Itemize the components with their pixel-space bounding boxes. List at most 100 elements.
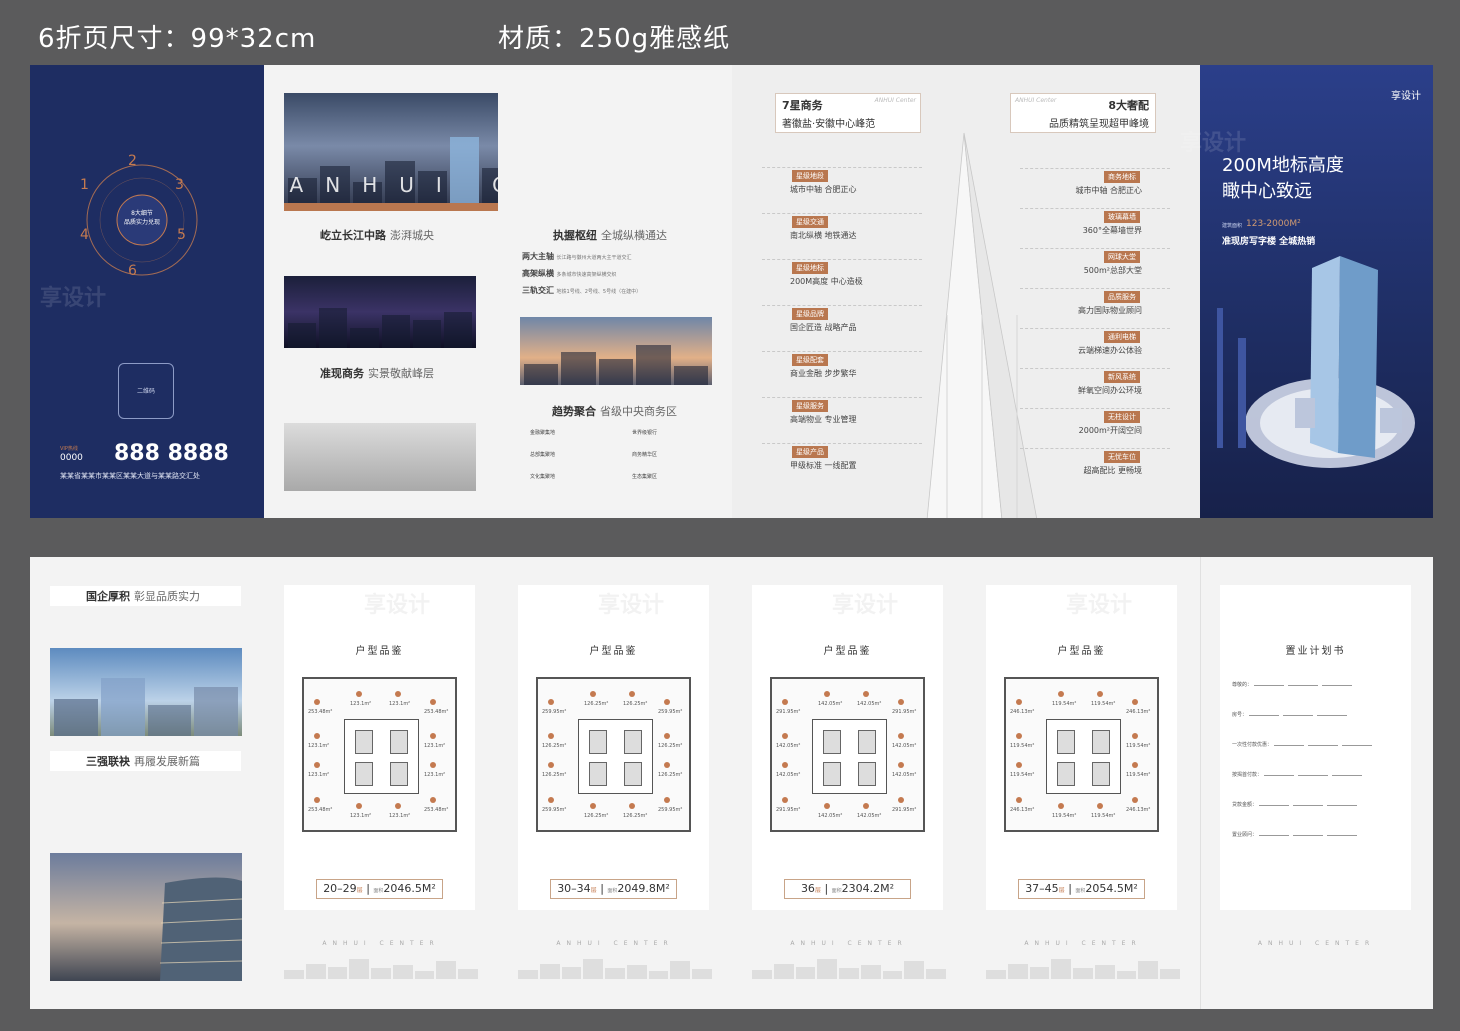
room-area: 142.05m² bbox=[776, 772, 801, 778]
feature-tag: 星级地标 bbox=[792, 262, 828, 274]
footer-text: ANHUI CENTER bbox=[1024, 940, 1142, 947]
feature-tag: 星级品牌 bbox=[792, 308, 828, 320]
room-area: 123.1m² bbox=[389, 813, 411, 819]
room-area: 119.54m² bbox=[1126, 743, 1151, 749]
brochure-outside: 8大细节 品质实力兑现 1 2 3 4 5 6 二维码 VIP热线 0000 8… bbox=[30, 65, 1433, 518]
floor-plan-drawing: 246.13m² 119.54m² 119.54m² 246.13m² 119.54m²… bbox=[1004, 677, 1159, 832]
brochure-inside: 国企厚积 彰显品质实力 三强联袂 再履发展新篇 置业计划书 尊敬的： 房号： 一次性付款… bbox=[30, 557, 1433, 1009]
ring-number: 2 bbox=[128, 153, 137, 169]
vip-label: VIP热线 bbox=[60, 446, 78, 452]
night-photo bbox=[284, 276, 476, 348]
feature-tag: 星级服务 bbox=[792, 400, 828, 412]
traffic-item: 三轨交汇 地铁1号线、2号线、5号线（在建中） bbox=[522, 286, 642, 295]
phone-prefix: 0000 bbox=[60, 453, 83, 463]
skyline-decoration bbox=[986, 957, 1181, 979]
material-label: 材质：250g雅感纸 bbox=[498, 24, 731, 54]
core-area bbox=[578, 719, 653, 794]
seven-star-box: 7星商务 著徽盐·安徽中心峰范 ANHUI Center bbox=[775, 93, 921, 133]
ring-number: 4 bbox=[80, 227, 89, 243]
section-title: 三强联袂 再履发展新篇 bbox=[50, 751, 241, 771]
room-area: 119.54m² bbox=[1052, 701, 1077, 707]
ring-number: 1 bbox=[80, 177, 89, 193]
form-row[interactable]: 置业顾问： bbox=[1232, 831, 1359, 838]
feature-line: 超高配比 更畅境 bbox=[1083, 466, 1142, 475]
feature-tag: 网球大堂 bbox=[1104, 251, 1140, 263]
panel-location: ANHUI CENTER 屹立长江中路 澎湃城央 准现商务 实景敬献峰层 bbox=[264, 65, 710, 518]
form-row[interactable]: 房号： bbox=[1232, 711, 1349, 718]
qr-label: 二维码 bbox=[137, 388, 156, 395]
panel-features: 7星商务 著徽盐·安徽中心峰范 ANHUI Center 8大奢配 品质精筑呈现… bbox=[732, 65, 1200, 518]
room-area: 291.95m² bbox=[892, 709, 917, 715]
room-area: 126.25m² bbox=[658, 743, 683, 749]
panel-floor-plan: 户型品鉴 246.13m² 119.54m² 119.54m² 246.13m² 119.… bbox=[966, 557, 1200, 1009]
core-area bbox=[1046, 719, 1121, 794]
cta-text: 准现房写字楼 全城热销 bbox=[1222, 237, 1316, 247]
room-area: 291.95m² bbox=[892, 807, 917, 813]
core-area bbox=[812, 719, 887, 794]
ring-number: 3 bbox=[175, 177, 184, 193]
watermark: 享设计 bbox=[1066, 593, 1133, 618]
form-row[interactable]: 尊敬的： bbox=[1232, 681, 1354, 688]
room-area: 259.95m² bbox=[658, 807, 683, 813]
feature-line: 商业金融 步步繁华 bbox=[790, 369, 857, 378]
room-area: 123.1m² bbox=[308, 743, 330, 749]
panel-floor-plan: 户型品鉴 259.95m² 126.25m² 126.25m² 259.95m² 126.… bbox=[498, 557, 732, 1009]
left-cover-panel: 8大细节 品质实力兑现 1 2 3 4 5 6 二维码 VIP热线 0000 8… bbox=[30, 65, 264, 518]
form-row[interactable]: 贷款金额： bbox=[1232, 801, 1359, 808]
feature-line: 云端梯速办公体验 bbox=[1078, 346, 1142, 355]
feature-line: 2000m²开阔空间 bbox=[1078, 426, 1142, 435]
eight-luxury-box: 8大奢配 品质精筑呈现超甲峰境 ANHUI Center bbox=[1010, 93, 1156, 133]
panel-floor-plan: 户型品鉴 291.95m² 142.05m² 142.05m² 291.95m² 142.… bbox=[732, 557, 966, 1009]
box-subtitle: 品质精筑呈现超甲峰境 bbox=[1049, 119, 1149, 130]
phone-number: 888 8888 bbox=[114, 441, 229, 466]
box-en: ANHUI Center bbox=[874, 97, 916, 104]
panel-company: 国企厚积 彰显品质实力 三强联袂 再履发展新篇 bbox=[30, 557, 264, 1009]
section-title: 国企厚积 彰显品质实力 bbox=[50, 586, 241, 606]
feature-line: 500m²总部大堂 bbox=[1083, 266, 1142, 275]
floor-plan-card: 户型品鉴 259.95m² 126.25m² 126.25m² 259.95m² 126.… bbox=[518, 585, 709, 910]
cbd-item: 世界级银行 bbox=[632, 430, 658, 436]
form-row[interactable]: 一次性付款优惠： bbox=[1232, 741, 1374, 748]
room-area: 253.48m² bbox=[308, 709, 333, 715]
floor-plan-card: 户型品鉴 291.95m² 142.05m² 142.05m² 291.95m² 142.… bbox=[752, 585, 943, 910]
room-area: 259.95m² bbox=[658, 709, 683, 715]
footer-text: ANHUI CENTER bbox=[322, 940, 440, 947]
floor-area-badge: 37–45层 | 面积2054.5M² bbox=[1018, 879, 1145, 899]
tower-render bbox=[1217, 256, 1415, 468]
room-area: 119.54m² bbox=[1010, 743, 1035, 749]
feature-tag: 星级交通 bbox=[792, 216, 828, 228]
feature-tag: 商务地标 bbox=[1104, 171, 1140, 183]
plan-title: 户型品鉴 bbox=[823, 646, 872, 657]
room-area: 246.13m² bbox=[1010, 709, 1035, 715]
qr-placeholder: 二维码 bbox=[118, 363, 174, 419]
section-title: 准现商务 实景敬献峰层 bbox=[320, 367, 434, 380]
floor-plan-drawing: 253.48m² 123.1m² 123.1m² 253.48m² 123.1m² 123… bbox=[302, 677, 457, 832]
watermark: 享设计 bbox=[1180, 131, 1247, 156]
room-area: 119.54m² bbox=[1091, 701, 1116, 707]
room-area: 246.13m² bbox=[1010, 807, 1035, 813]
room-area: 126.25m² bbox=[584, 813, 609, 819]
core-area bbox=[344, 719, 419, 794]
section-title: 趋势聚合 省级中央商务区 bbox=[552, 405, 677, 418]
room-area: 119.54m² bbox=[1010, 772, 1035, 778]
room-area: 246.13m² bbox=[1126, 807, 1151, 813]
room-area: 259.95m² bbox=[542, 709, 567, 715]
panel-purchase-plan: 置业计划书 尊敬的： 房号： 一次性付款优惠： 按揭首付款： 贷款金额： 置业顾问： AN… bbox=[1200, 557, 1433, 1009]
form-row[interactable]: 按揭首付款： bbox=[1232, 771, 1364, 778]
feature-line: 甲级标准 一线配置 bbox=[790, 461, 857, 470]
purchase-plan-card: 置业计划书 尊敬的： 房号： 一次性付款优惠： 按揭首付款： 贷款金额： 置业顾问： bbox=[1220, 585, 1411, 910]
plan-title: 户型品鉴 bbox=[355, 646, 404, 657]
panel-traffic: 执握枢纽 全城纵横通达 两大主轴 长江路与徽州大道两大主干道交汇 高架纵横 多条城… bbox=[498, 65, 732, 518]
headline-2: 瞰中心致远 bbox=[1222, 181, 1312, 202]
floor-area-badge: 30–34层 | 面积2049.8M² bbox=[550, 879, 677, 899]
panel-floor-plan: 户型品鉴 253.48m² 123.1m² 123.1m² 253.48m² 123.1m… bbox=[264, 557, 498, 1009]
feature-tag: 通利电梯 bbox=[1104, 331, 1140, 343]
box-en: ANHUI Center bbox=[1015, 97, 1057, 104]
room-area: 253.48m² bbox=[424, 807, 449, 813]
room-area: 123.1m² bbox=[350, 701, 372, 707]
feature-line: 360°全幕墙世界 bbox=[1082, 226, 1142, 235]
room-area: 142.05m² bbox=[776, 743, 801, 749]
section-title: 屹立长江中路 澎湃城央 bbox=[320, 229, 434, 242]
building-photo bbox=[50, 648, 242, 736]
room-area: 119.54m² bbox=[1052, 813, 1077, 819]
